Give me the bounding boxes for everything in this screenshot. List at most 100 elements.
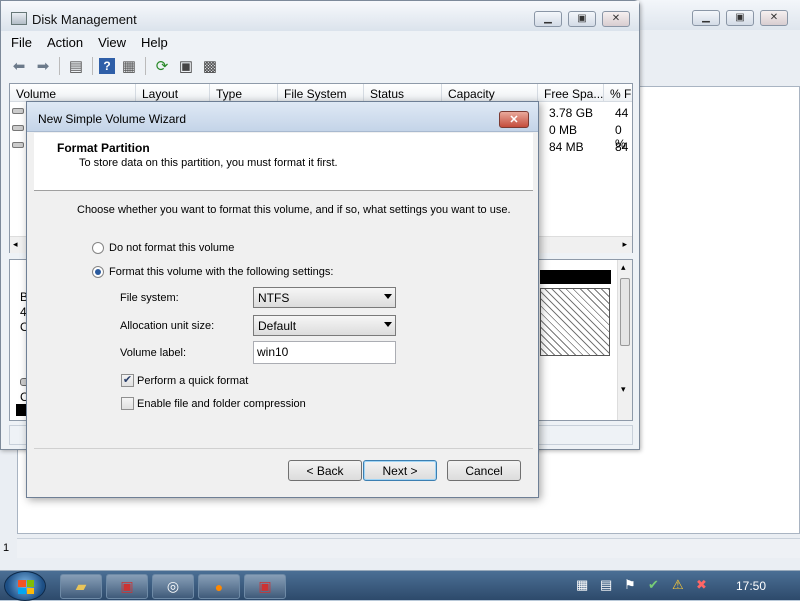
quick-format-label[interactable]: Perform a quick format xyxy=(137,375,248,387)
menu-action[interactable]: Action xyxy=(37,33,88,51)
firefox-icon: ● xyxy=(214,578,224,595)
cancel-button[interactable]: Cancel xyxy=(447,460,521,481)
wizard-title: New Simple Volume Wizard xyxy=(38,112,187,126)
compression-checkbox[interactable] xyxy=(121,397,134,410)
wizard-header: Format Partition To store data on this p… xyxy=(34,133,533,191)
file-system-dropdown[interactable]: NTFS xyxy=(253,287,396,308)
forward-arrow-icon[interactable]: ➡ xyxy=(33,56,53,76)
menu-help[interactable]: Help xyxy=(131,33,173,51)
percent-free-cell: 84 xyxy=(615,140,629,154)
toolbox-icon: ▣ xyxy=(258,578,272,594)
quick-format-checkbox[interactable]: ✔ xyxy=(121,374,134,387)
column-headers: Volume Layout Type File System Status Ca… xyxy=(10,84,632,102)
scroll-up-icon[interactable]: ▴ xyxy=(621,262,626,273)
partition-header-bar xyxy=(540,270,611,284)
free-space-cell: 84 MB xyxy=(549,140,584,154)
free-space-cell: 0 MB xyxy=(549,123,578,137)
refresh-icon[interactable]: ⟳ xyxy=(152,56,172,76)
maximize-icon[interactable]: ▣ xyxy=(568,11,596,27)
toolbar-separator xyxy=(92,57,93,75)
toolbar: ⬅ ➡ ▤ ? ▦ ⟳ ▣ ▩ xyxy=(9,55,631,77)
clock[interactable]: 17:50 xyxy=(736,579,766,593)
scroll-left-icon[interactable]: ◂ xyxy=(13,239,18,250)
toolbox-icon: ▣ xyxy=(120,578,134,594)
new-simple-volume-wizard: New Simple Volume Wizard ✕ Format Partit… xyxy=(26,101,539,498)
column-percent-free[interactable]: % F xyxy=(604,84,632,102)
close-icon[interactable]: ✕ xyxy=(760,10,788,26)
background-status-bar: 1 xyxy=(3,538,800,558)
column-volume[interactable]: Volume xyxy=(10,84,136,102)
menu-file[interactable]: File xyxy=(9,33,37,51)
volume-icon xyxy=(12,108,24,114)
format-label[interactable]: Format this volume with the following se… xyxy=(109,266,333,278)
volume-icon xyxy=(12,125,24,131)
volume-muted-icon[interactable]: ✖ xyxy=(696,577,707,593)
column-capacity[interactable]: Capacity xyxy=(442,84,538,102)
scroll-right-icon[interactable]: ▸ xyxy=(622,239,627,250)
minimize-icon[interactable]: ▁ xyxy=(692,10,720,26)
column-type[interactable]: Type xyxy=(210,84,278,102)
column-status[interactable]: Status xyxy=(364,84,442,102)
wizard-header-title: Format Partition xyxy=(57,141,150,155)
next-button[interactable]: Next > xyxy=(363,460,437,481)
wizard-close-icon[interactable]: ✕ xyxy=(499,111,529,128)
menu-action-label: Action xyxy=(46,35,84,50)
vertical-scrollbar[interactable]: ▴ ▾ xyxy=(617,260,632,420)
status-text: 1 xyxy=(3,542,10,554)
properties-icon[interactable]: ▦ xyxy=(119,56,139,76)
explorer-taskbar-button[interactable]: ▰ xyxy=(60,574,102,599)
firefox-taskbar-button[interactable]: ● xyxy=(198,574,240,599)
flag-icon[interactable]: ⚑ xyxy=(624,577,636,593)
security-icon[interactable]: ✔ xyxy=(648,577,659,593)
language-icon[interactable]: ▦ xyxy=(576,577,588,593)
menu-view[interactable]: View xyxy=(88,33,131,51)
minimize-icon[interactable]: ▁ xyxy=(534,11,562,27)
document-icon[interactable]: ▤ xyxy=(600,577,612,593)
free-space-cell: 3.78 GB xyxy=(549,106,594,120)
compression-label[interactable]: Enable file and folder compression xyxy=(137,398,306,410)
start-button[interactable] xyxy=(4,571,46,601)
taskbar: ▰ ▣ ◎ ● ▣ ▦ ▤ ⚑ ✔ ⚠ ✖ 17:50 xyxy=(0,570,800,601)
column-file-system[interactable]: File System xyxy=(278,84,364,102)
console-tree-icon[interactable]: ▤ xyxy=(66,56,86,76)
volume-label-label: Volume label: xyxy=(120,347,187,359)
allocation-unit-dropdown[interactable]: Default xyxy=(253,315,396,336)
wizard-body: Choose whether you want to format this v… xyxy=(34,192,533,448)
warning-icon[interactable]: ⚠ xyxy=(672,577,684,593)
network-taskbar-button[interactable]: ◎ xyxy=(152,574,194,599)
scroll-down-icon[interactable]: ▾ xyxy=(621,384,626,395)
settings-icon[interactable]: ▩ xyxy=(200,56,220,76)
file-system-value: NTFS xyxy=(258,291,290,305)
allocation-unit-label: Allocation unit size: xyxy=(120,320,215,332)
allocation-unit-value: Default xyxy=(258,319,297,333)
disk-management-taskbar-button[interactable]: ▣ xyxy=(244,574,286,599)
back-arrow-icon[interactable]: ⬅ xyxy=(9,56,29,76)
menu-bar: File Action View Help xyxy=(9,33,173,51)
close-icon[interactable]: ✕ xyxy=(602,11,630,27)
column-free-space[interactable]: Free Spa... xyxy=(538,84,604,102)
scrollbar-thumb[interactable] xyxy=(620,278,630,346)
volume-label-input[interactable]: win10 xyxy=(253,341,396,364)
help-icon[interactable]: ? xyxy=(99,58,115,74)
menu-view-label: View xyxy=(98,35,127,50)
menu-file-label: File xyxy=(11,35,32,50)
column-layout[interactable]: Layout xyxy=(136,84,210,102)
disk-management-icon xyxy=(11,12,27,25)
rescan-icon[interactable]: ▣ xyxy=(176,56,196,76)
format-radio[interactable] xyxy=(92,266,104,278)
volume-icon xyxy=(12,142,24,148)
back-button[interactable]: < Back xyxy=(288,460,362,481)
selected-partition-block[interactable] xyxy=(540,288,610,356)
toolbar-separator xyxy=(145,57,146,75)
windows-logo-icon xyxy=(18,580,34,594)
file-system-label: File system: xyxy=(120,292,179,304)
network-icon: ◎ xyxy=(166,578,180,594)
no-format-label[interactable]: Do not format this volume xyxy=(109,242,234,254)
menu-help-label: Help xyxy=(141,35,168,50)
chevron-down-icon xyxy=(384,294,392,299)
toolbar-separator xyxy=(59,57,60,75)
toolbox-taskbar-button[interactable]: ▣ xyxy=(106,574,148,599)
maximize-icon[interactable]: ▣ xyxy=(726,10,754,26)
no-format-radio[interactable] xyxy=(92,242,104,254)
chevron-down-icon xyxy=(384,322,392,327)
